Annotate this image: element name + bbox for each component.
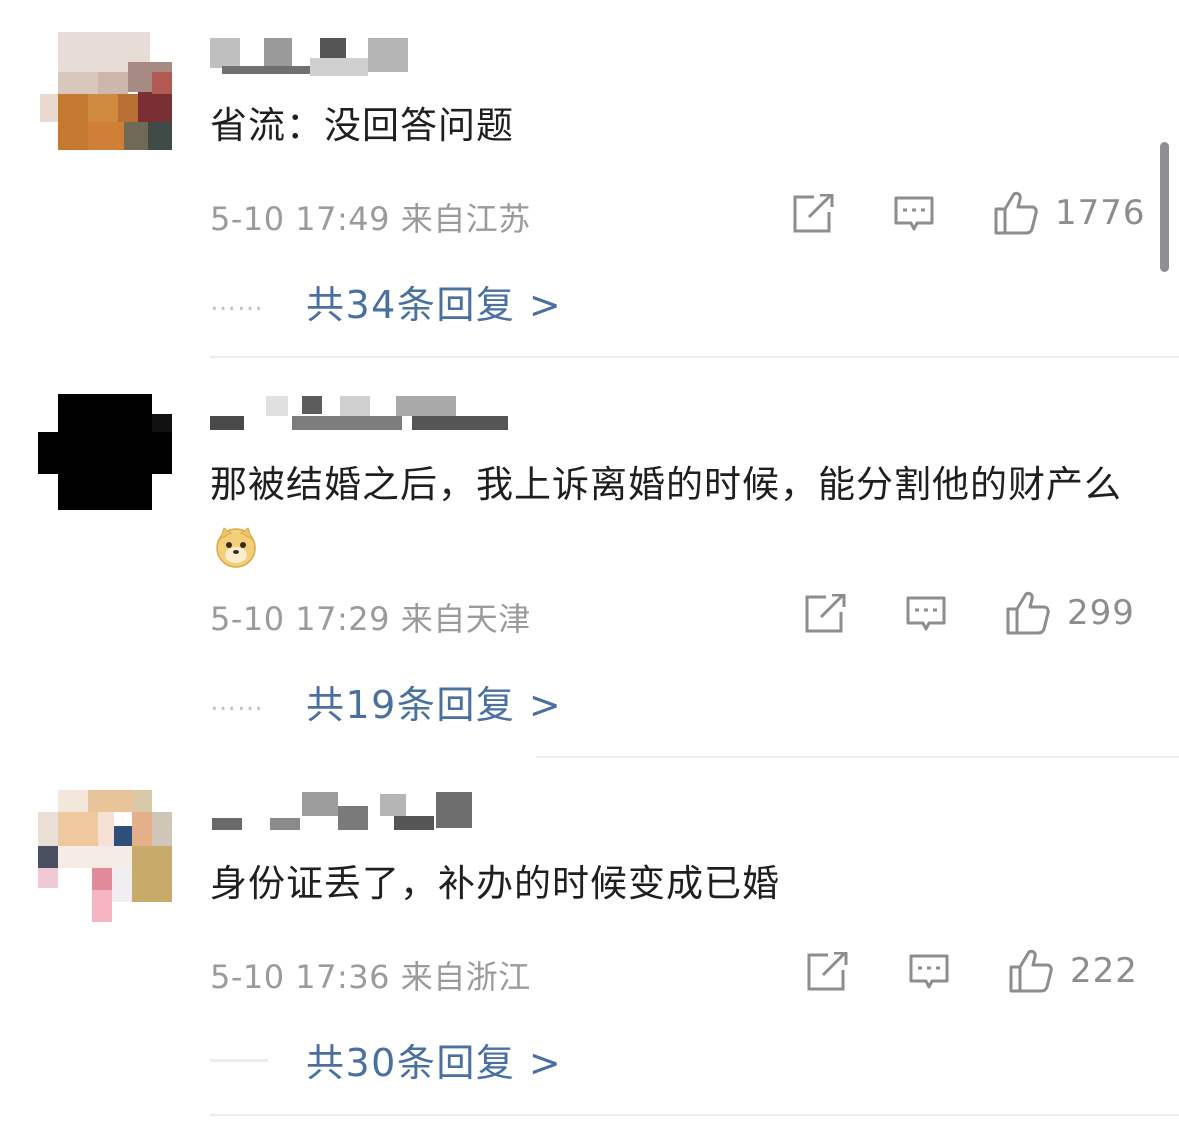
thumbs-up-icon xyxy=(994,191,1038,235)
username[interactable] xyxy=(210,792,530,832)
like-count: 299 xyxy=(1067,593,1135,633)
divider xyxy=(210,1114,1179,1116)
view-replies-link[interactable]: 共34条回复 > xyxy=(306,274,562,329)
thumbs-up-icon xyxy=(1009,949,1053,993)
comment-button[interactable] xyxy=(893,195,935,235)
share-icon xyxy=(807,952,848,991)
username[interactable] xyxy=(210,36,530,76)
divider xyxy=(536,756,1179,758)
comment-button[interactable] xyxy=(905,595,947,635)
like-count: 1776 xyxy=(1055,193,1146,233)
comment-button[interactable] xyxy=(908,953,950,993)
comment-list: 省流：没回答问题 5-10 17:49 来自江苏 1776 …… 共34条回复 … xyxy=(0,0,1179,1140)
share-icon xyxy=(793,194,834,233)
comment-text: 省流：没回答问题 xyxy=(210,104,514,147)
view-replies-link[interactable]: 共19条回复 > xyxy=(306,674,562,729)
thumbs-up-icon xyxy=(1006,591,1050,635)
reply-row: 共30条回复 > xyxy=(210,1032,562,1087)
comment-text-content: 那被结婚之后，我上诉离婚的时候，能分割他的财产么 xyxy=(210,463,1122,506)
divider xyxy=(210,356,1179,358)
comment-text: 身份证丢了，补办的时候变成已婚 xyxy=(210,862,780,905)
comment-icon xyxy=(906,596,946,631)
reply-dots xyxy=(210,1045,306,1075)
reply-dots: …… xyxy=(210,686,264,717)
like-button[interactable]: 1776 xyxy=(993,190,1146,236)
like-button[interactable]: 299 xyxy=(1005,590,1135,636)
like-button[interactable]: 222 xyxy=(1008,948,1138,994)
doge-emoji-icon xyxy=(216,526,256,568)
comment-meta: 5-10 17:29 来自天津 xyxy=(210,600,531,638)
comment-text: 那被结婚之后，我上诉离婚的时候，能分割他的财产么 xyxy=(210,455,1140,575)
reply-row: …… 共34条回复 > xyxy=(210,274,562,329)
avatar[interactable] xyxy=(40,32,172,150)
reply-dots: …… xyxy=(210,286,264,317)
like-count: 222 xyxy=(1070,951,1138,991)
avatar[interactable] xyxy=(38,394,172,510)
comment-icon xyxy=(894,196,934,231)
share-button[interactable] xyxy=(792,194,834,234)
view-replies-link[interactable]: 共30条回复 > xyxy=(306,1032,562,1087)
comment-icon xyxy=(909,954,949,989)
reply-row: …… 共19条回复 > xyxy=(210,674,562,729)
comment-meta: 5-10 17:36 来自浙江 xyxy=(210,958,531,996)
avatar[interactable] xyxy=(38,790,172,922)
comment-meta: 5-10 17:49 来自江苏 xyxy=(210,200,531,238)
share-icon xyxy=(805,594,846,633)
share-button[interactable] xyxy=(806,952,848,992)
scrollbar[interactable] xyxy=(1160,142,1169,272)
share-button[interactable] xyxy=(804,594,846,634)
username[interactable] xyxy=(210,394,530,434)
